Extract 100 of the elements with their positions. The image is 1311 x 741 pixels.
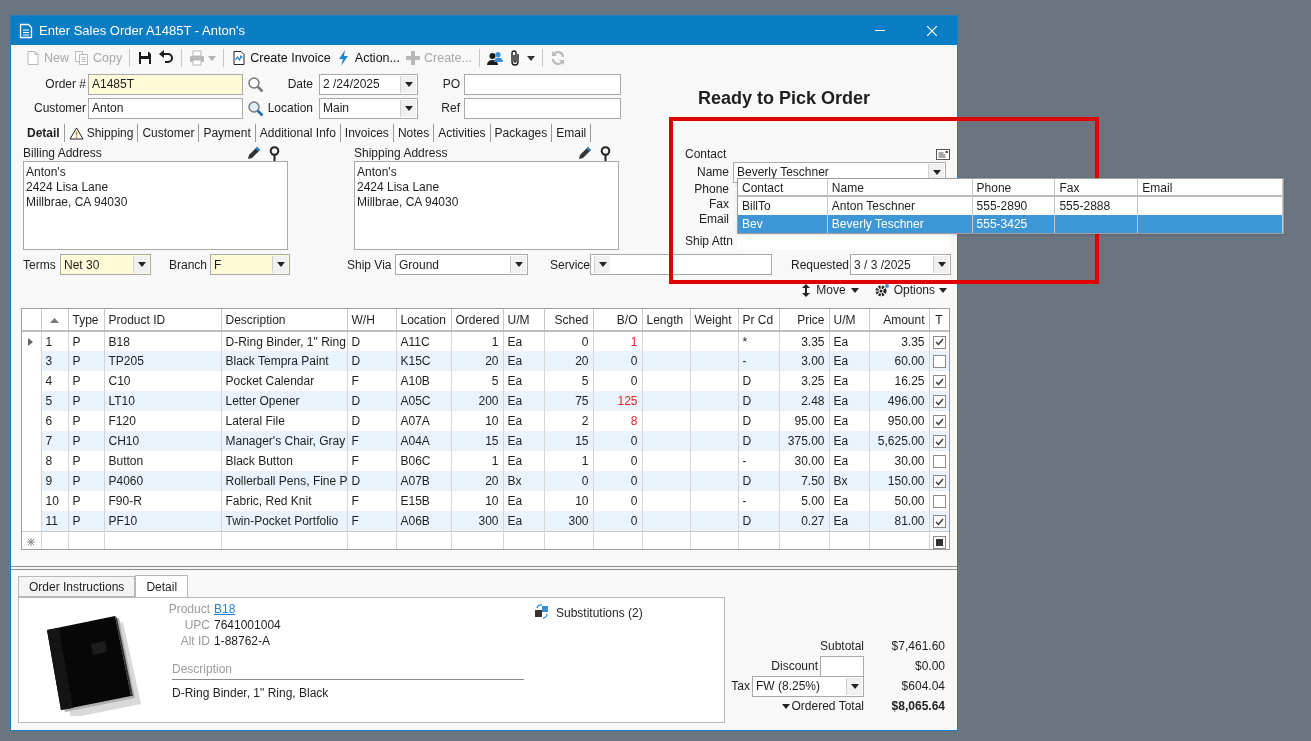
tab[interactable]: Packages [490,124,553,142]
column-header[interactable]: T [929,309,949,331]
field-label: Ship Via [347,256,393,274]
column-header[interactable]: Product ID [104,309,221,331]
field-label: Ship Attn [685,233,735,250]
tax-dropdown[interactable]: FW (8.25%) [752,675,864,697]
column-header[interactable]: Fax [1055,179,1139,195]
column-header[interactable]: Location [396,309,451,331]
tab[interactable]: Additional Info [255,124,341,142]
column-header[interactable]: Contact [738,179,828,195]
tab[interactable]: Shipping [64,124,139,142]
column-header[interactable]: Type [68,309,104,331]
search-icon[interactable] [247,99,264,117]
column-header[interactable]: Name [827,179,973,195]
tab[interactable]: Invoices [340,124,394,142]
options-button[interactable]: Options [874,281,947,299]
column-header[interactable]: Sched [544,309,593,331]
tab[interactable]: Customer [138,124,200,142]
column-header[interactable]: Email [1138,179,1284,195]
total-toggle[interactable]: Ordered Total [781,697,864,715]
field-label: Service [550,256,590,274]
table-cell: PF10 [104,511,221,531]
toolbar-button[interactable]: Create Invoice [229,47,333,69]
toolbar-button[interactable]: Action... [333,47,402,69]
column-header[interactable]: U/M [829,309,869,331]
branch-dropdown[interactable]: F [210,254,290,275]
row-pointer-icon [28,337,33,346]
table-cell: 555-3425 [972,215,1056,233]
field-label: Fax [708,195,730,213]
tab[interactable]: Payment [199,124,256,142]
discount-field[interactable] [820,655,864,677]
boxes-icon [534,604,550,619]
caret-icon [208,55,217,61]
shipping-address-field[interactable]: Anton's 2424 Lisa Lane Millbrae, CA 94030 [354,161,619,250]
field-label: Shipping Address [354,145,448,162]
column-header[interactable]: Description [221,309,347,331]
substitutions-link[interactable]: Substitutions (2) [556,604,643,622]
field-label: Billing Address [23,145,102,162]
column-header[interactable]: B/O [593,309,642,331]
close-icon[interactable] [927,25,937,36]
total-label: Discount [771,658,819,675]
column-header[interactable]: W/H [347,309,396,331]
caret-icon [939,287,947,293]
field-label: Description [172,662,233,676]
map-pin-icon[interactable] [600,145,611,161]
location-dropdown[interactable]: Main [319,97,418,119]
table-row[interactable]: 1 P B18 D-Ring Binder, 1" Ring D A11C 1 Ea 0 1 * 3.35 Ea 3.35 [22,331,949,351]
description-text: D-Ring Binder, 1" Ring, Black [172,686,329,700]
search-icon[interactable] [247,75,264,93]
sort-ascending-icon[interactable] [50,317,59,323]
table-cell: Bev [738,215,828,233]
total-label: Tax [731,678,751,695]
service-dropdown[interactable] [590,254,772,275]
table-cell: F [347,511,396,531]
table-row[interactable]: 11 P PF10 Twin-Pocket Portfolio F A06B 300 Ea 300 0 D 0.27 Ea 81.00 [22,511,949,531]
column-header[interactable]: Phone [972,179,1056,195]
tab[interactable]: Order Instructions [18,576,136,597]
table-cell: D [738,511,779,531]
field-label: Ref [440,100,461,117]
column-header[interactable]: Pr Cd [738,309,779,331]
caret-icon [850,683,859,689]
terms-dropdown[interactable]: Net 30 [60,254,151,275]
column-header[interactable]: U/M [503,309,544,331]
field-label: Location [266,100,314,117]
tab[interactable]: Email [552,124,592,142]
column-header[interactable]: Price [779,309,829,331]
pencil-icon[interactable] [247,146,261,160]
document-chart-icon [231,50,248,66]
column-header[interactable]: Ordered [451,309,503,331]
plus-icon [405,50,421,66]
customer-field[interactable]: Anton [88,97,243,119]
map-pin-icon[interactable] [269,145,280,161]
tab[interactable]: Detail [135,575,189,598]
total-value: $7,461.60 [890,638,945,655]
column-header[interactable]: Amount [869,309,929,331]
move-button[interactable]: Move [801,281,859,299]
tab[interactable]: Notes [393,124,435,142]
requested-date-picker[interactable]: 3 / 3 /2025 [850,254,951,275]
field-label: Terms [23,256,57,274]
ref-field[interactable] [464,97,621,119]
product-link[interactable]: B18 [214,602,236,616]
field-label: Requested [791,256,850,274]
caret-icon [137,262,146,267]
contact-card-icon[interactable] [936,148,950,160]
po-field[interactable] [464,73,621,95]
field-label: Date [286,76,314,93]
ship-via-dropdown[interactable]: Ground [395,254,528,275]
order-number-field[interactable]: A1485T [88,73,243,95]
tab[interactable]: Detail [23,124,65,142]
column-header[interactable]: Length [642,309,690,331]
column-header[interactable]: Weight [690,309,738,331]
caret-icon [932,169,941,175]
tab[interactable]: Activities [434,124,491,142]
date-picker[interactable]: 2 /24/2025 [319,73,418,95]
table-cell: 11 [41,511,68,531]
copy-icon [74,50,90,66]
billing-address-field[interactable]: Anton's 2424 Lisa Lane Millbrae, CA 94030 [23,161,288,250]
dropdown-row[interactable]: BillTo Anton Teschner 555-2890 555-2888 [738,197,1283,215]
pencil-icon[interactable] [578,146,592,160]
checkbox[interactable] [932,535,946,549]
